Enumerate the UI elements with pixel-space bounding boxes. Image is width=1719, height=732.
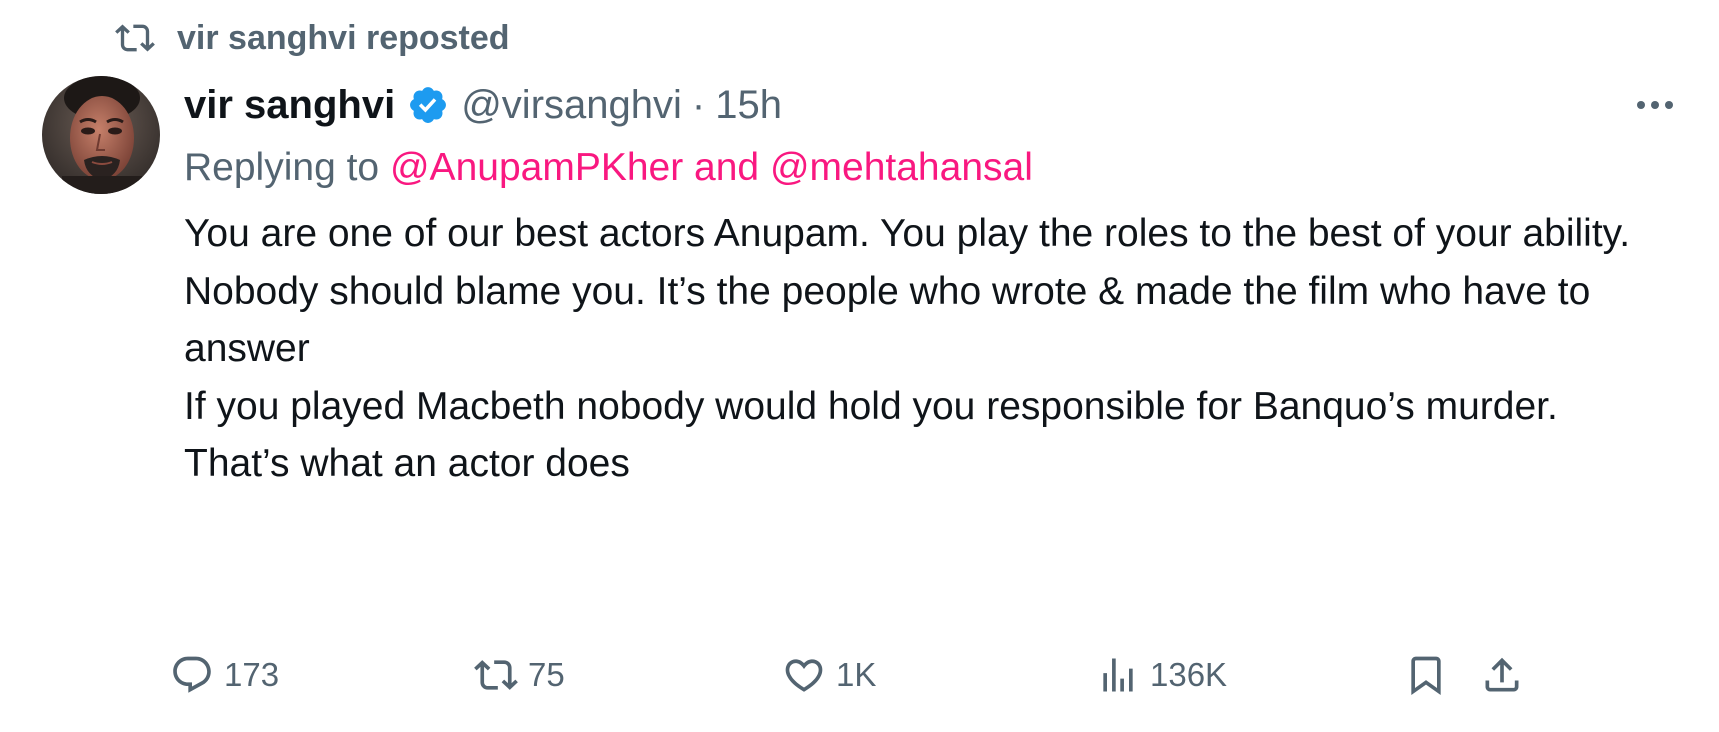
reply-mentions[interactable]: @AnupamPKher and @mehtahansal <box>390 146 1033 189</box>
display-name[interactable]: vir sanghvi <box>184 83 395 128</box>
like-count: 1K <box>836 656 877 693</box>
replying-to: Replying to @AnupamPKher and @mehtahansa… <box>184 146 1033 190</box>
bookmark-icon <box>1411 656 1441 696</box>
tweet-header: vir sanghvi @virsanghvi · 15h <box>184 80 782 130</box>
avatar-image <box>42 76 160 194</box>
view-count: 136K <box>1150 656 1228 693</box>
share-icon <box>1485 657 1519 692</box>
more-icon <box>1637 101 1673 109</box>
tweet-line: That’s what an actor does <box>184 442 630 485</box>
tweet-timestamp[interactable]: 15h <box>715 83 782 128</box>
heart-icon <box>785 659 823 692</box>
reply-icon <box>173 656 211 693</box>
verified-badge-icon[interactable] <box>407 84 449 126</box>
views-chart-icon <box>1103 658 1133 692</box>
repost-icon <box>115 24 155 52</box>
tweet-card[interactable]: vir sanghvi reposted vir sanghvi @virsan… <box>0 0 1719 732</box>
reply-button[interactable]: 173 <box>170 650 279 700</box>
repost-indicator[interactable]: vir sanghvi reposted <box>115 18 510 58</box>
separator-dot: · <box>691 82 706 127</box>
repost-icon <box>474 660 518 690</box>
tweet-actions: 173 75 1K 136K <box>0 650 1719 700</box>
tweet-line: If you played Macbeth nobody would hold … <box>184 384 1558 428</box>
more-options-button[interactable] <box>1630 90 1680 120</box>
repost-label: vir sanghvi reposted <box>177 18 510 57</box>
repost-count: 75 <box>528 656 565 693</box>
replying-prefix: Replying to <box>184 146 380 189</box>
views-button[interactable]: 136K <box>1096 650 1227 700</box>
tweet-line: You are one of our best actors Anupam. Y… <box>184 212 1631 255</box>
avatar[interactable] <box>42 76 160 194</box>
tweet-text: You are one of our best actors Anupam. Y… <box>184 205 1684 493</box>
tweet-line: Nobody should blame you. It’s the people… <box>184 269 1591 371</box>
repost-button[interactable]: 75 <box>474 650 565 700</box>
reply-count: 173 <box>224 656 280 693</box>
bookmark-button[interactable] <box>1404 650 1458 700</box>
like-button[interactable]: 1K <box>782 650 876 700</box>
share-button[interactable] <box>1480 650 1534 700</box>
author-handle[interactable]: @virsanghvi <box>461 83 682 128</box>
